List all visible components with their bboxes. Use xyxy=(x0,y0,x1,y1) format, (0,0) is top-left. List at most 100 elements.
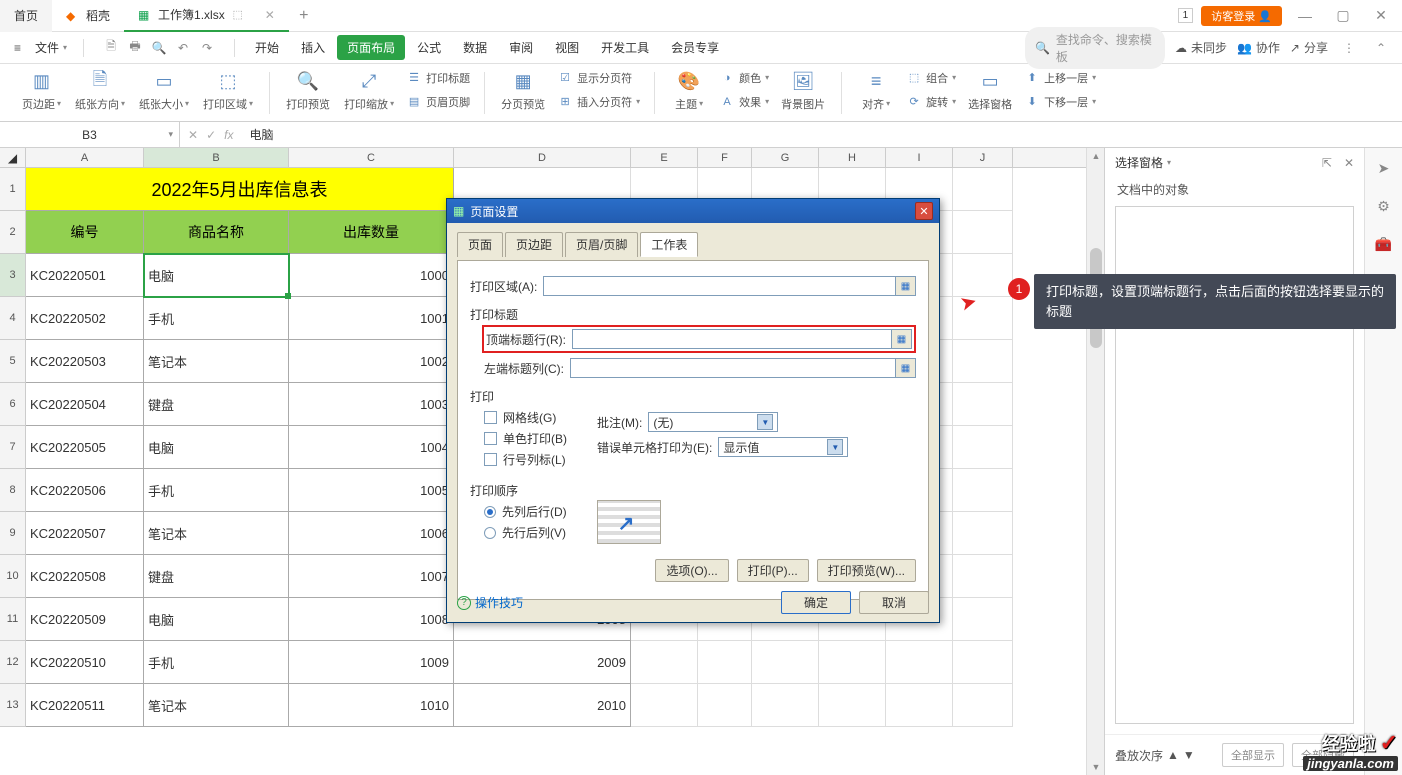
menu-insert[interactable]: 插入 xyxy=(291,35,335,60)
colheader-a[interactable]: A xyxy=(26,148,144,167)
cell[interactable]: 电脑 xyxy=(144,598,289,641)
cell[interactable]: KC20220506 xyxy=(26,469,144,512)
cell[interactable]: KC20220510 xyxy=(26,641,144,684)
menu-start[interactable]: 开始 xyxy=(245,35,289,60)
order-colrow-radio[interactable]: 先列后行(D) xyxy=(484,503,567,520)
tab-add[interactable]: + xyxy=(289,0,319,32)
group-button[interactable]: ⬚组合▾ xyxy=(904,68,958,88)
collab-button[interactable]: 👥协作 xyxy=(1237,39,1280,56)
share-button[interactable]: ↗分享 xyxy=(1290,39,1328,56)
cell[interactable]: 1001 xyxy=(289,297,454,340)
cell[interactable]: 键盘 xyxy=(144,383,289,426)
rowheader[interactable]: 5 xyxy=(0,340,26,383)
colheader-f[interactable]: F xyxy=(698,148,752,167)
fonts-button[interactable]: A效果▾ xyxy=(717,92,771,112)
formula-input[interactable]: 电脑 xyxy=(241,126,1402,143)
cell[interactable]: 1005 xyxy=(289,469,454,512)
showbreaks-button[interactable]: ☑显示分页符 xyxy=(555,68,642,88)
fx-icon[interactable]: fx xyxy=(224,128,233,142)
cell[interactable]: KC20220508 xyxy=(26,555,144,598)
cell[interactable]: 键盘 xyxy=(144,555,289,598)
align-button[interactable]: ≡对齐▾ xyxy=(854,68,898,114)
colheader-b[interactable]: B xyxy=(144,148,289,167)
selectionpane-button[interactable]: ▭选择窗格 xyxy=(964,68,1016,114)
menu-view[interactable]: 视图 xyxy=(545,35,589,60)
colheader-g[interactable]: G xyxy=(752,148,819,167)
tab-docer[interactable]: ◆稻壳 xyxy=(52,0,124,32)
pagebreakview-button[interactable]: ▦分页预览 xyxy=(497,68,549,114)
file-menu[interactable]: 文件▾ xyxy=(29,39,73,56)
cell[interactable]: KC20220511 xyxy=(26,684,144,727)
colheader-h[interactable]: H xyxy=(819,148,886,167)
cell[interactable]: 1009 xyxy=(289,641,454,684)
backward-button[interactable]: ⬇下移一层▾ xyxy=(1022,92,1098,112)
themes-button[interactable]: 🎨主题▾ xyxy=(667,68,711,114)
menu-pagelayout[interactable]: 页面布局 xyxy=(337,35,405,60)
options-button[interactable]: 选项(O)... xyxy=(655,559,728,582)
tab-margins[interactable]: 页边距 xyxy=(505,232,563,257)
cell[interactable]: KC20220504 xyxy=(26,383,144,426)
forward-button[interactable]: ⬆上移一层▾ xyxy=(1022,68,1098,88)
confirm-edit-icon[interactable]: ✓ xyxy=(206,128,216,142)
left-col-input[interactable]: ▦ xyxy=(570,358,916,378)
scroll-down-icon[interactable]: ▼ xyxy=(1087,759,1105,775)
rowheader[interactable]: 7 xyxy=(0,426,26,469)
rowheader[interactable]: 6 xyxy=(0,383,26,426)
save-icon[interactable]: 🗎 xyxy=(100,37,122,59)
rowheader[interactable]: 13 xyxy=(0,684,26,727)
gridlines-checkbox[interactable]: 网格线(G) xyxy=(484,409,567,426)
cell[interactable]: 1000 xyxy=(289,254,454,297)
cell[interactable]: 笔记本 xyxy=(144,684,289,727)
help-link[interactable]: ?操作技巧 xyxy=(457,594,523,611)
cell[interactable]: 电脑 xyxy=(144,254,289,297)
cell[interactable]: 1004 xyxy=(289,426,454,469)
cell[interactable]: 电脑 xyxy=(144,426,289,469)
comments-select[interactable]: (无)▼ xyxy=(648,412,778,432)
more-icon[interactable]: ⋮ xyxy=(1338,37,1360,59)
undo-icon[interactable]: ↶ xyxy=(172,37,194,59)
toolbox-icon[interactable]: 🧰 xyxy=(1374,234,1394,254)
ref-button-icon[interactable]: ▦ xyxy=(895,277,915,295)
rotate-button[interactable]: ⟳旋转▾ xyxy=(904,92,958,112)
printscale-button[interactable]: ⤢打印缩放▾ xyxy=(340,68,398,114)
bg-button[interactable]: 🖼背景图片 xyxy=(777,68,829,114)
margins-button[interactable]: ▥页边距▾ xyxy=(18,68,65,114)
search-input[interactable]: 🔍查找命令、搜索模板 xyxy=(1025,27,1165,69)
sync-button[interactable]: ☁未同步 xyxy=(1175,39,1227,56)
cell[interactable]: 2009 xyxy=(454,641,631,684)
tab-home[interactable]: 首页 xyxy=(0,0,52,32)
colors-button[interactable]: ◑颜色▾ xyxy=(717,68,771,88)
rowheader[interactable]: 1 xyxy=(0,168,26,211)
name-box[interactable]: B3▾ xyxy=(0,122,180,147)
rowheader[interactable]: 9 xyxy=(0,512,26,555)
header-cell[interactable]: 出库数量 xyxy=(289,211,454,254)
cancel-edit-icon[interactable]: ✕ xyxy=(188,128,198,142)
tab-workbook[interactable]: ▦ 工作簿1.xlsx ⬚ ✕ xyxy=(124,0,289,32)
menu-review[interactable]: 审阅 xyxy=(499,35,543,60)
printarea-button[interactable]: ⬚打印区域▾ xyxy=(199,68,257,114)
cell[interactable]: 手机 xyxy=(144,469,289,512)
cell[interactable]: 1007 xyxy=(289,555,454,598)
order-rowcol-radio[interactable]: 先行后列(V) xyxy=(484,524,567,541)
tab-page[interactable]: 页面 xyxy=(457,232,503,257)
title-cell[interactable]: 2022年5月出库信息表 xyxy=(26,168,454,211)
colheader-j[interactable]: J xyxy=(953,148,1013,167)
rowheader[interactable]: 8 xyxy=(0,469,26,512)
cell[interactable]: 1006 xyxy=(289,512,454,555)
cell[interactable]: KC20220503 xyxy=(26,340,144,383)
badge-icon[interactable]: 1 xyxy=(1178,8,1194,23)
rowheader[interactable]: 10 xyxy=(0,555,26,598)
pin-icon[interactable]: ⇱ xyxy=(1322,156,1332,170)
preview-icon[interactable]: 🔍 xyxy=(148,37,170,59)
headerfooter-button[interactable]: ▤页眉页脚 xyxy=(404,92,472,112)
scroll-up-icon[interactable]: ▲ xyxy=(1087,148,1105,164)
print-area-input[interactable]: ▦ xyxy=(543,276,916,296)
colheader-d[interactable]: D xyxy=(454,148,631,167)
hamburger-icon[interactable]: ≡ xyxy=(10,41,25,55)
rowcol-checkbox[interactable]: 行号列标(L) xyxy=(484,451,567,468)
header-cell[interactable]: 编号 xyxy=(26,211,144,254)
close-pane-icon[interactable]: ✕ xyxy=(1344,156,1354,170)
vertical-scrollbar[interactable]: ▲ ▼ xyxy=(1086,148,1104,775)
cell[interactable]: 1010 xyxy=(289,684,454,727)
cell[interactable]: 手机 xyxy=(144,641,289,684)
